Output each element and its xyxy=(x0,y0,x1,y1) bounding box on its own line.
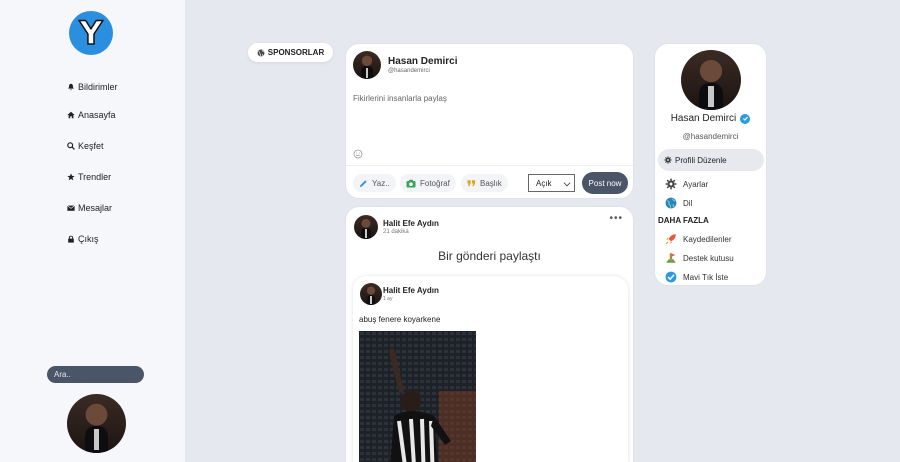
home-icon xyxy=(67,111,75,119)
shared-post[interactable]: Halit Efe Aydın 1 ay abuş fenere koyarke… xyxy=(353,276,628,462)
search-icon xyxy=(67,142,75,150)
verified-badge-icon xyxy=(740,113,751,124)
sponsors-button[interactable]: SPONSORLAR xyxy=(248,43,333,62)
sidebar-item-label: Bildirimler xyxy=(78,82,118,92)
photo-label: Fotoğraf xyxy=(420,178,450,188)
search-input[interactable] xyxy=(47,366,144,383)
check-badge-icon xyxy=(665,271,677,283)
post-author-name[interactable]: Halit Efe Aydın xyxy=(383,219,439,228)
emoji-icon[interactable] xyxy=(353,149,363,161)
write-button[interactable]: Yaz.. xyxy=(353,174,396,192)
title-button[interactable]: Başlık xyxy=(461,174,508,192)
sidebar-item-messages[interactable]: Mesajlar xyxy=(67,203,112,213)
profile-name: Hasan Demirci xyxy=(670,113,737,124)
quote-icon xyxy=(467,180,476,187)
profile-card: Hasan Demirci @hasandemirci Profili Düze… xyxy=(654,43,767,286)
support-icon xyxy=(666,253,676,263)
title-label: Başlık xyxy=(480,178,502,188)
sidebar-item-trends[interactable]: Trendler xyxy=(67,172,111,182)
lock-icon xyxy=(68,235,74,243)
composer-user-handle: @hasandemirci xyxy=(388,68,430,74)
shared-post-text: abuş fenere koyarkene xyxy=(359,315,441,324)
sidebar-item-explore[interactable]: Keşfet xyxy=(67,141,104,151)
sidebar-item-home[interactable]: Anasayfa xyxy=(67,110,116,120)
profile-avatar[interactable] xyxy=(681,50,741,110)
sidebar-item-label: Anasayfa xyxy=(78,110,116,120)
sidebar-item-logout[interactable]: Çıkış xyxy=(67,234,99,244)
menu-item-label: Mavi Tık İste xyxy=(683,272,729,282)
shared-post-photo[interactable] xyxy=(359,331,476,462)
post-shared-text: Bir gönderi paylaştı xyxy=(438,249,541,263)
profile-handle: @hasandemirci xyxy=(682,132,739,141)
post-now-button[interactable]: Post now xyxy=(582,172,628,194)
sidebar-item-label: Mesajlar xyxy=(78,203,113,213)
feed-post: Halit Efe Aydın 21 dakika ••• Bir gönder… xyxy=(345,206,634,462)
sidebar-item-label: Keşfet xyxy=(78,141,104,151)
bell-icon xyxy=(68,83,74,91)
left-sidebar: Y Bildirimler Anasayfa Keşfet Trendler M… xyxy=(0,0,185,462)
logo-letter: Y xyxy=(79,14,104,52)
menu-item-blue-tick[interactable]: Mavi Tık İste xyxy=(665,271,728,283)
shared-post-avatar[interactable] xyxy=(360,283,382,305)
user-avatar[interactable] xyxy=(67,394,126,453)
menu-item-language[interactable]: Dil xyxy=(665,197,692,209)
post-author-avatar[interactable] xyxy=(354,215,378,239)
post-composer: Hasan Demirci @hasandemirci Fikirlerini … xyxy=(345,43,634,199)
sponsors-label: SPONSORLAR xyxy=(267,48,325,57)
visibility-select[interactable]: Açık xyxy=(528,174,575,192)
more-options-icon[interactable]: ••• xyxy=(609,213,623,224)
gear-icon xyxy=(665,178,677,190)
composer-avatar[interactable] xyxy=(353,51,381,79)
menu-item-label: Kaydedilenler xyxy=(683,234,732,244)
camera-icon xyxy=(406,179,416,187)
menu-item-label: Ayarlar xyxy=(683,179,709,189)
composer-text-input[interactable]: Fikirlerini insanlarla paylaş xyxy=(353,94,447,103)
photo-button[interactable]: Fotoğraf xyxy=(400,174,456,192)
profile-name-row: Hasan Demirci xyxy=(655,113,766,124)
composer-user-name: Hasan Demirci xyxy=(388,56,458,67)
visibility-value: Açık xyxy=(536,178,552,188)
app-logo[interactable]: Y xyxy=(69,11,113,55)
chevron-down-icon xyxy=(563,179,571,187)
more-section-heading: DAHA FAZLA xyxy=(658,216,709,225)
shared-post-author-name[interactable]: Halit Efe Aydın xyxy=(383,286,439,295)
shared-post-timestamp: 1 ay xyxy=(383,296,393,302)
menu-item-label: Destek kutusu xyxy=(683,253,734,263)
menu-item-support[interactable]: Destek kutusu xyxy=(665,252,734,264)
divider xyxy=(346,165,633,166)
globe-icon xyxy=(257,49,265,56)
pencil-icon xyxy=(359,179,367,187)
envelope-icon xyxy=(67,205,75,211)
star-icon xyxy=(67,173,75,181)
rocket-icon xyxy=(665,234,676,245)
edit-profile-label: Profili Düzenle xyxy=(675,155,727,165)
sidebar-item-label: Trendler xyxy=(78,172,112,182)
write-label: Yaz.. xyxy=(372,178,390,188)
gear-icon xyxy=(664,156,672,164)
menu-item-label: Dil xyxy=(683,198,693,208)
sidebar-item-label: Çıkış xyxy=(78,234,99,244)
edit-profile-button[interactable]: Profili Düzenle xyxy=(658,149,764,171)
globe-icon xyxy=(665,197,677,209)
post-timestamp: 21 dakika xyxy=(383,229,409,235)
menu-item-saved[interactable]: Kaydedilenler xyxy=(665,233,731,245)
sidebar-item-notifications[interactable]: Bildirimler xyxy=(67,82,118,92)
menu-item-settings[interactable]: Ayarlar xyxy=(665,178,708,190)
